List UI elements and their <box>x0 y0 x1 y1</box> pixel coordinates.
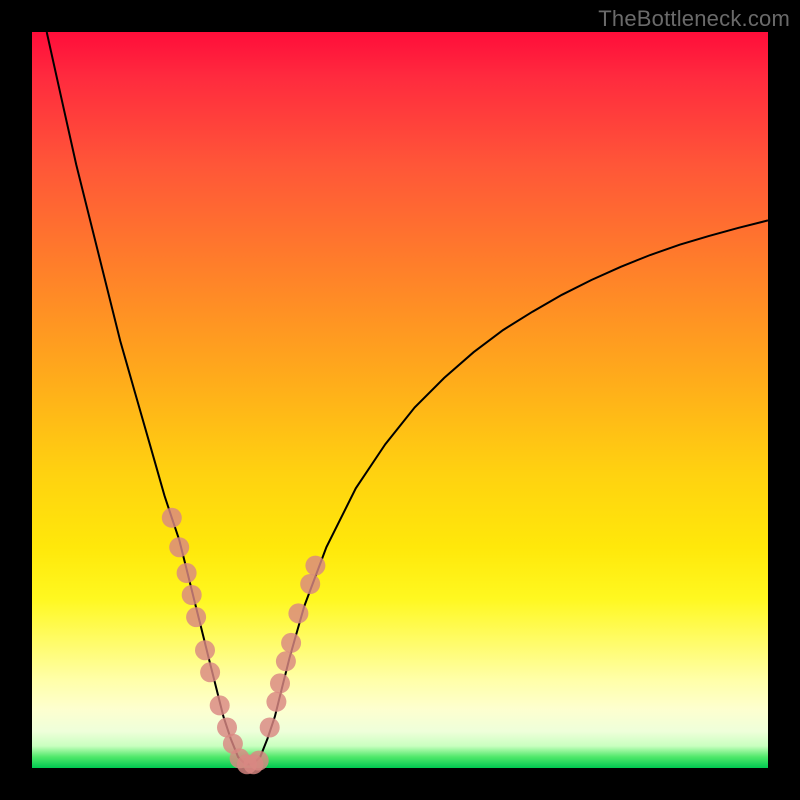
chart-frame: TheBottleneck.com <box>0 0 800 800</box>
bottleneck-curve <box>47 32 768 764</box>
highlight-marker <box>169 537 189 557</box>
highlight-marker <box>281 633 301 653</box>
highlight-marker <box>177 563 197 583</box>
plot-area <box>32 32 768 768</box>
highlight-marker <box>260 718 280 738</box>
watermark-text: TheBottleneck.com <box>598 6 790 32</box>
highlight-marker <box>288 603 308 623</box>
highlight-marker <box>300 574 320 594</box>
curve-layer <box>32 32 768 768</box>
highlight-marker <box>186 607 206 627</box>
highlight-marker <box>266 692 286 712</box>
highlight-marker <box>182 585 202 605</box>
highlight-marker <box>276 651 296 671</box>
highlight-marker <box>305 556 325 576</box>
highlight-marker <box>249 751 269 771</box>
highlight-marker <box>200 662 220 682</box>
highlight-marker <box>195 640 215 660</box>
highlight-marker <box>210 695 230 715</box>
highlight-marker <box>270 673 290 693</box>
highlight-marker <box>162 508 182 528</box>
